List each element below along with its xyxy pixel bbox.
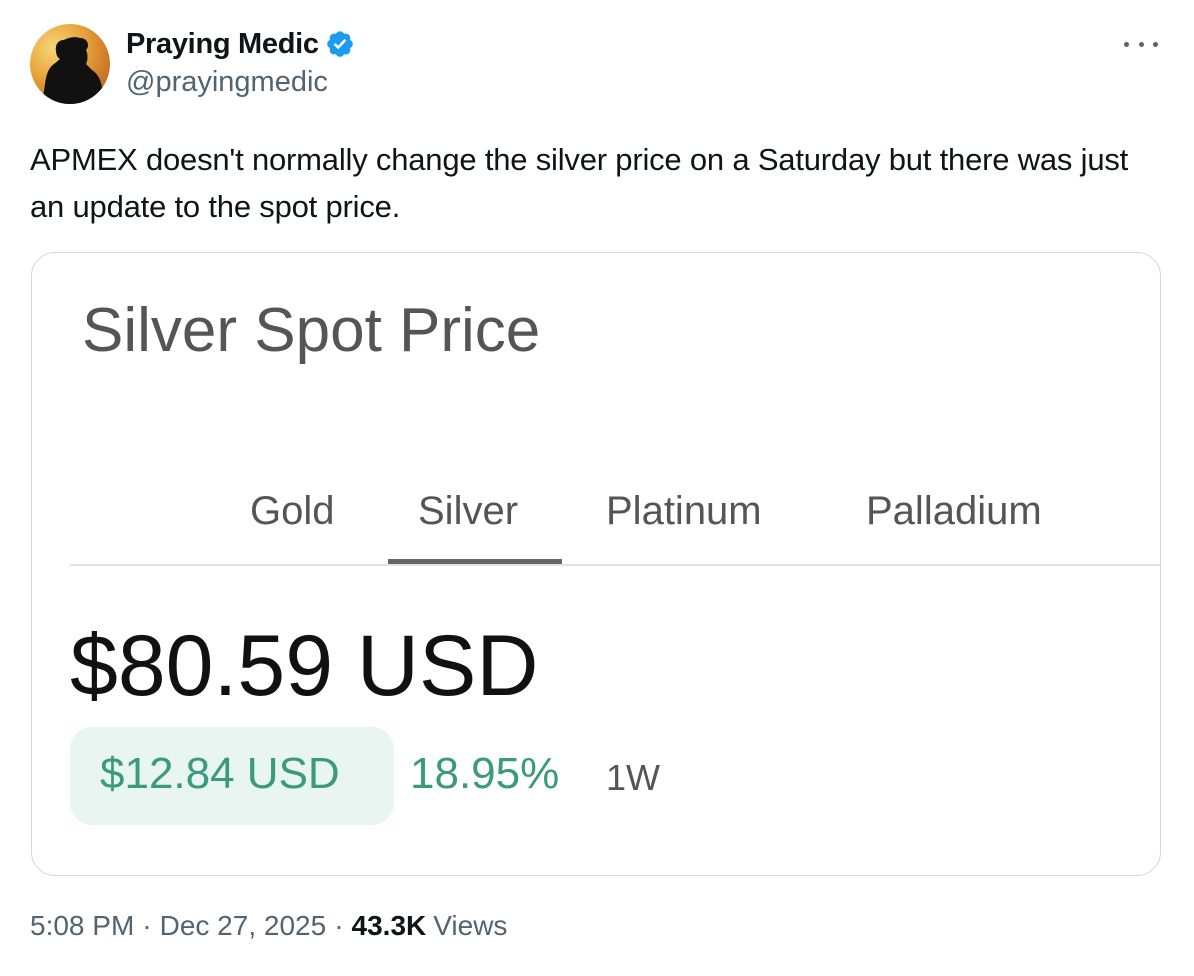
- media-image-card[interactable]: Silver Spot Price Gold Silver Platinum P…: [31, 252, 1161, 876]
- tabs-divider: [70, 564, 1160, 566]
- change-period: 1W: [606, 757, 660, 798]
- tweet-time[interactable]: 5:08 PM: [30, 910, 134, 942]
- more-horizontal-icon[interactable]: [1124, 34, 1158, 54]
- verified-badge-icon: [325, 29, 355, 59]
- meta-separator: ·: [334, 910, 344, 941]
- spot-price-value: $80.59 USD: [70, 618, 539, 714]
- tab-palladium[interactable]: Palladium: [866, 489, 1042, 534]
- author-handle[interactable]: @prayingmedic: [126, 66, 328, 99]
- views-count[interactable]: 43.3K: [352, 910, 427, 942]
- author-name-row[interactable]: Praying Medic: [126, 26, 355, 62]
- metal-tabs: Gold Silver Platinum Palladium: [32, 469, 1160, 565]
- tweet-date[interactable]: Dec 27, 2025: [160, 910, 327, 942]
- meta-separator: ·: [142, 910, 152, 941]
- change-percent: 18.95%: [410, 749, 560, 798]
- avatar[interactable]: [30, 24, 110, 104]
- tweet-meta: 5:08 PM · Dec 27, 2025 · 43.3K Views: [30, 910, 507, 942]
- tab-gold[interactable]: Gold: [250, 489, 335, 534]
- views-label: Views: [433, 910, 508, 941]
- change-amount: $12.84 USD: [100, 749, 340, 798]
- tweet-text: APMEX doesn't normally change the silver…: [30, 142, 1129, 224]
- tab-platinum[interactable]: Platinum: [606, 489, 762, 534]
- tab-silver[interactable]: Silver: [418, 489, 518, 534]
- avatar-image: [30, 24, 110, 104]
- spot-price-title: Silver Spot Price: [82, 296, 541, 365]
- author-name[interactable]: Praying Medic: [126, 28, 319, 61]
